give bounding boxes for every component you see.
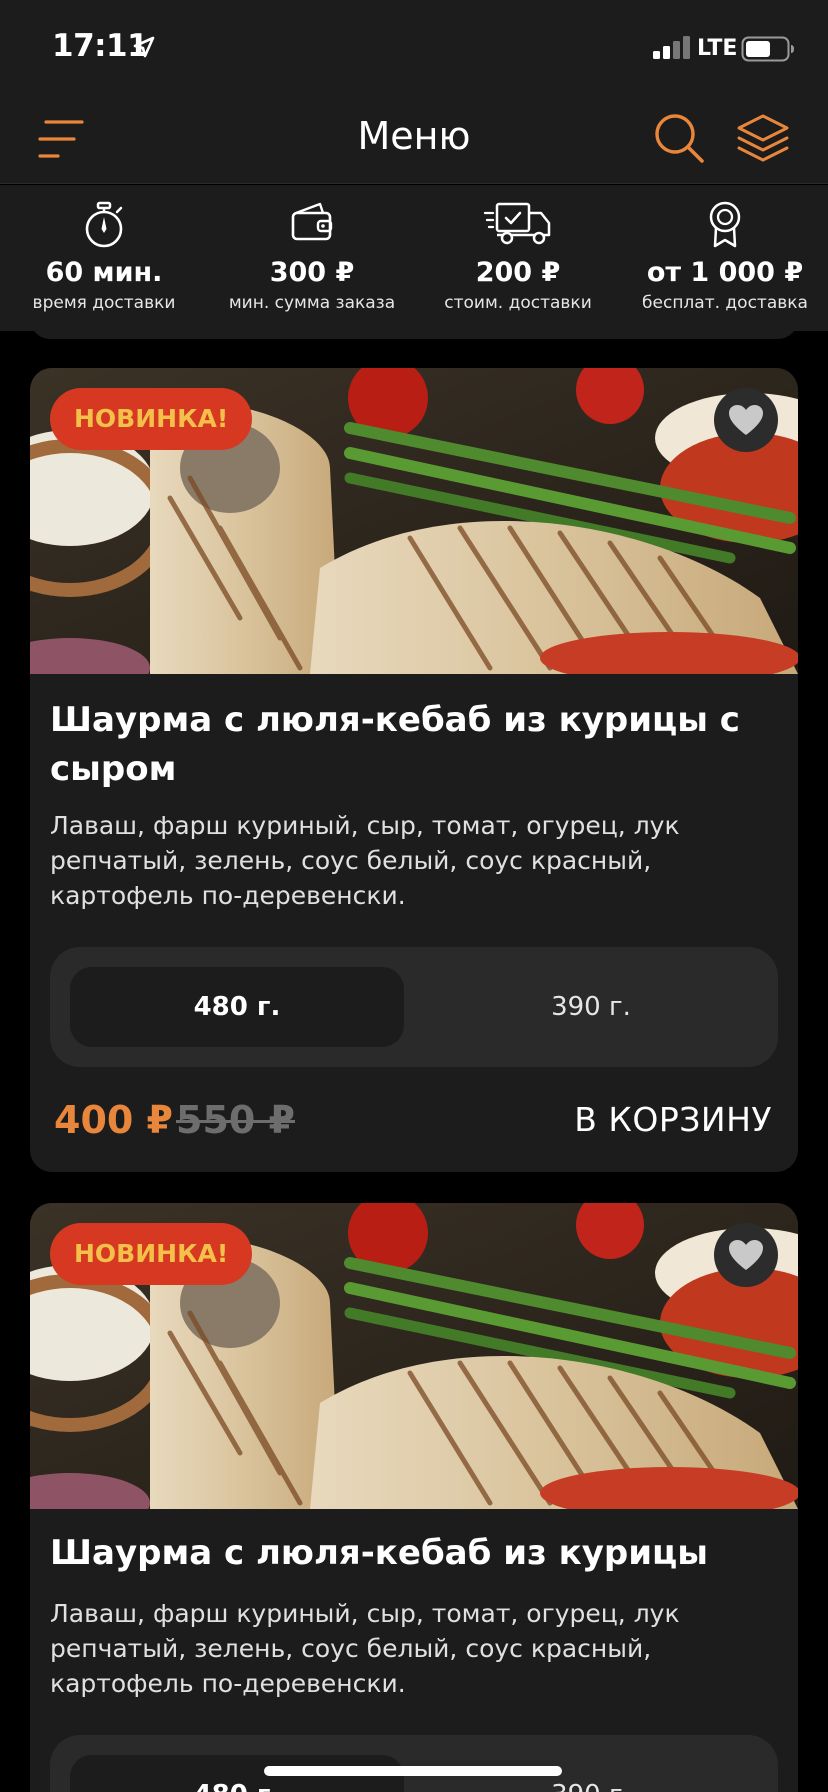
delivery-info-bar: 60 мин. время доставки 300 ₽ мин. сумма … <box>0 185 828 331</box>
signal-bars-icon <box>653 36 690 59</box>
product-list: НОВИНКА! Шаурма с люля-кебаб из курицы с… <box>0 331 828 1792</box>
favorite-button[interactable] <box>714 1223 778 1287</box>
heart-icon <box>729 405 763 435</box>
min-order-label: мин. сумма заказа <box>228 293 396 313</box>
product-image: НОВИНКА! <box>30 1203 798 1509</box>
delivery-cost-info: 200 ₽ стоим. доставки <box>436 185 600 331</box>
new-badge: НОВИНКА! <box>50 1223 253 1285</box>
delivery-cost-label: стоим. доставки <box>444 293 592 313</box>
search-icon[interactable] <box>653 112 705 164</box>
delivery-cost-value: 200 ₽ <box>475 257 561 288</box>
battery-icon <box>741 36 794 62</box>
home-indicator <box>264 1766 562 1776</box>
size-selector: 480 г. 390 г. <box>50 947 778 1067</box>
network-type: LTE <box>697 36 738 61</box>
favorite-button[interactable] <box>714 388 778 452</box>
free-delivery-label: бесплат. доставка <box>642 293 808 313</box>
min-order-info: 300 ₽ мин. сумма заказа <box>222 185 402 331</box>
product-card[interactable]: НОВИНКА! Шаурма с люля-кебаб из курицы с… <box>30 368 798 1172</box>
status-bar: 17:11 LTE <box>0 0 828 98</box>
free-delivery-info: от 1 000 ₽ бесплат. доставка <box>640 185 810 331</box>
award-badge-icon <box>709 201 741 248</box>
layers-icon[interactable] <box>735 112 791 164</box>
min-order-value: 300 ₽ <box>269 257 355 288</box>
delivery-time-info: 60 мин. время доставки <box>22 185 186 331</box>
delivery-time-value: 60 мин. <box>45 257 163 288</box>
delivery-truck-icon <box>483 202 551 245</box>
location-arrow-icon <box>133 36 155 58</box>
size-option-480[interactable]: 480 г. <box>70 967 404 1047</box>
add-to-cart-button[interactable]: В КОРЗИНУ <box>574 1100 772 1139</box>
old-price: 550 ₽ <box>176 1098 295 1142</box>
product-image: НОВИНКА! <box>30 368 798 674</box>
new-badge: НОВИНКА! <box>50 388 253 450</box>
product-description: Лаваш, фарш куриный, сыр, томат, огурец,… <box>50 811 680 910</box>
wallet-icon <box>291 202 333 241</box>
product-card[interactable]: НОВИНКА! Шаурма с люля-кебаб из курицы Л… <box>30 1203 798 1792</box>
stopwatch-icon <box>85 201 123 248</box>
delivery-time-label: время доставки <box>32 293 176 313</box>
size-selector: 480 г. 390 г. <box>50 1735 778 1792</box>
current-price: 400 ₽ <box>54 1098 173 1142</box>
product-title: Шаурма с люля-кебаб из курицы <box>50 1533 708 1573</box>
free-delivery-value: от 1 000 ₽ <box>646 257 804 288</box>
size-option-390[interactable]: 390 г. <box>424 967 758 1047</box>
previous-card-edge <box>30 331 798 339</box>
heart-icon <box>729 1240 763 1270</box>
product-description: Лаваш, фарш куриный, сыр, томат, огурец,… <box>50 1599 680 1698</box>
product-title: Шаурма с люля-кебаб из курицы с сыром <box>50 700 740 789</box>
top-navigation-bar: Меню <box>0 98 828 184</box>
